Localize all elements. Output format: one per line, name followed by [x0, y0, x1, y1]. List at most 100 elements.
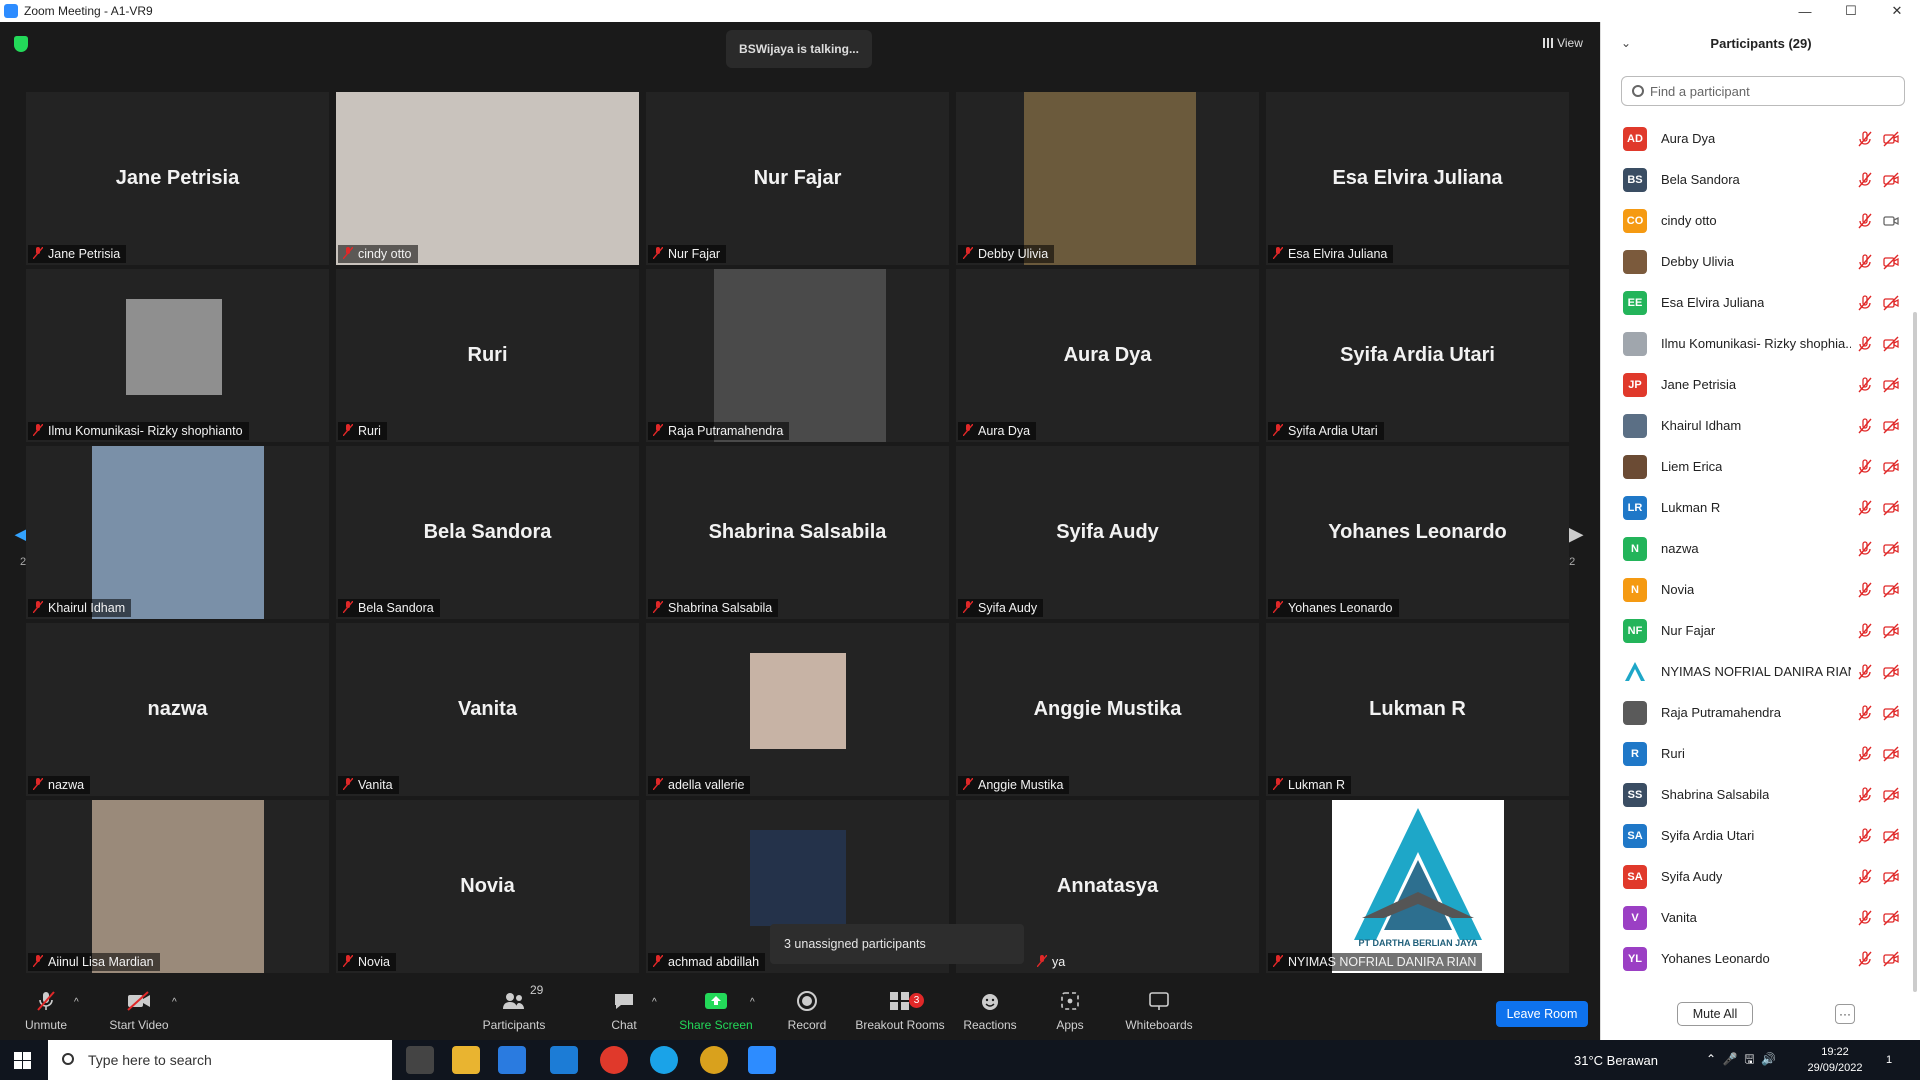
- video-tile[interactable]: Yohanes Leonardo Yohanes Leonardo: [1266, 446, 1569, 619]
- participant-row[interactable]: NYIMAS NOFRIAL DANIRA RIAN: [1601, 651, 1907, 692]
- windows-start-icon[interactable]: [14, 1052, 31, 1069]
- participant-row[interactable]: N Novia: [1601, 569, 1907, 610]
- participant-row[interactable]: EE Esa Elvira Juliana: [1601, 282, 1907, 323]
- zoom-taskbar-icon[interactable]: [748, 1046, 776, 1074]
- audio-options-caret-icon[interactable]: ^: [74, 997, 79, 1008]
- video-tile[interactable]: Jane Petrisia Jane Petrisia: [26, 92, 329, 265]
- leave-room-button[interactable]: Leave Room: [1496, 1001, 1588, 1027]
- tile-display-name: Aura Dya: [1063, 344, 1152, 366]
- participant-row[interactable]: JP Jane Petrisia: [1601, 364, 1907, 405]
- participant-row[interactable]: LR Lukman R: [1601, 487, 1907, 528]
- chrome-icon[interactable]: [600, 1046, 628, 1074]
- weather-widget[interactable]: 31°C Berawan: [1574, 1040, 1658, 1080]
- video-tile[interactable]: Ruri Ruri: [336, 269, 639, 442]
- participant-row[interactable]: Liem Erica: [1601, 446, 1907, 487]
- video-tile[interactable]: Khairul Idham: [26, 446, 329, 619]
- video-tile[interactable]: Novia Novia: [336, 800, 639, 973]
- maximize-button[interactable]: ☐: [1828, 0, 1874, 22]
- video-tile[interactable]: Bela Sandora Bela Sandora: [336, 446, 639, 619]
- tile-display-name: Ruri: [467, 344, 508, 366]
- tile-name-label: Yohanes Leonardo: [1268, 599, 1399, 617]
- video-tile[interactable]: cindy otto: [336, 92, 639, 265]
- chat-button[interactable]: Chat: [604, 975, 644, 1040]
- share-screen-button[interactable]: Share Screen: [676, 975, 756, 1040]
- participant-row[interactable]: Raja Putramahendra: [1601, 692, 1907, 733]
- system-tray-icons[interactable]: ⌃ 🎤 🖫 🔊: [1706, 1040, 1776, 1080]
- find-participant-input[interactable]: Find a participant: [1621, 76, 1905, 106]
- minimize-button[interactable]: —: [1782, 0, 1828, 22]
- more-options-button[interactable]: ···: [1835, 1004, 1855, 1024]
- participant-row[interactable]: Nnazwa: [1601, 528, 1907, 569]
- participant-video-image: [336, 92, 639, 265]
- chrome-profile-icon[interactable]: [700, 1046, 728, 1074]
- share-options-caret-icon[interactable]: ^: [750, 997, 755, 1008]
- whiteboards-button[interactable]: Whiteboards: [1122, 975, 1196, 1040]
- participant-row[interactable]: R Ruri: [1601, 733, 1907, 774]
- video-tile[interactable]: Lukman R Lukman R: [1266, 623, 1569, 796]
- participant-avatar: SA: [1623, 864, 1647, 889]
- apps-button[interactable]: Apps: [1050, 975, 1090, 1040]
- participant-row[interactable]: V Vanita: [1601, 897, 1907, 938]
- video-off-icon: [1883, 705, 1899, 720]
- start-video-button[interactable]: Start Video: [106, 975, 172, 1040]
- video-tile[interactable]: PT DARTHA BERLIAN JAYA NYIMAS NOFRIAL DAN…: [1266, 800, 1569, 973]
- taskbar-clock[interactable]: 19:22 29/09/2022: [1800, 1044, 1870, 1076]
- participant-row[interactable]: CO cindy otto: [1601, 200, 1907, 241]
- unassigned-participants-tooltip[interactable]: 3 unassigned participants: [770, 924, 1024, 964]
- breakout-rooms-button[interactable]: Breakout Rooms: [852, 975, 948, 1040]
- video-tile[interactable]: Debby Ulivia: [956, 92, 1259, 265]
- video-tile[interactable]: Ilmu Komunikasi- Rizky shophianto: [26, 269, 329, 442]
- notification-count[interactable]: 1: [1886, 1040, 1892, 1080]
- microsoft-store-icon[interactable]: [498, 1046, 526, 1074]
- mic-muted-icon: [1858, 335, 1872, 351]
- participant-row[interactable]: SS Shabrina Salsabila: [1601, 774, 1907, 815]
- video-tile[interactable]: Vanita Vanita: [336, 623, 639, 796]
- mic-muted-icon: [963, 424, 973, 436]
- participant-avatar: N: [1623, 577, 1647, 602]
- meeting-area: BSWijaya is talking... View ◀ 2/2 ▶ 2/2 …: [0, 22, 1600, 1040]
- record-button[interactable]: Record: [782, 975, 832, 1040]
- teamviewer-icon[interactable]: [650, 1046, 678, 1074]
- reactions-button[interactable]: Reactions: [962, 975, 1018, 1040]
- participant-row[interactable]: Khairul Idham: [1601, 405, 1907, 446]
- participant-row[interactable]: SA Syifa Audy: [1601, 856, 1907, 897]
- mail-icon[interactable]: [550, 1046, 578, 1074]
- mute-all-button[interactable]: Mute All: [1677, 1002, 1753, 1026]
- participant-row[interactable]: Debby Ulivia: [1601, 241, 1907, 282]
- participant-row[interactable]: AD Aura Dya: [1601, 118, 1907, 159]
- chat-options-caret-icon[interactable]: ^: [652, 997, 657, 1008]
- video-tile[interactable]: Shabrina Salsabila Shabrina Salsabila: [646, 446, 949, 619]
- participant-row[interactable]: SA Syifa Ardia Utari: [1601, 815, 1907, 856]
- participant-name: Raja Putramahendra: [1661, 705, 1781, 720]
- participant-list-scrollbar[interactable]: [1913, 312, 1917, 992]
- participant-row[interactable]: Ilmu Komunikasi- Rizky shophia...: [1601, 323, 1907, 364]
- close-button[interactable]: ✕: [1874, 0, 1920, 22]
- video-tile[interactable]: Aura Dya Aura Dya: [956, 269, 1259, 442]
- participant-avatar: JP: [1623, 372, 1647, 397]
- task-view-icon[interactable]: [406, 1046, 434, 1074]
- file-explorer-icon[interactable]: [452, 1046, 480, 1074]
- video-tile[interactable]: adella vallerie: [646, 623, 949, 796]
- participant-status-icons: [1857, 827, 1899, 844]
- video-options-caret-icon[interactable]: ^: [172, 997, 177, 1008]
- window-title: Zoom Meeting - A1-VR9: [24, 4, 153, 18]
- unmute-button[interactable]: Unmute: [18, 975, 74, 1040]
- participant-row[interactable]: BS Bela Sandora: [1601, 159, 1907, 200]
- video-tile[interactable]: Syifa Audy Syifa Audy: [956, 446, 1259, 619]
- video-tile[interactable]: Anggie Mustika Anggie Mustika: [956, 623, 1259, 796]
- video-tile[interactable]: nazwa nazwa: [26, 623, 329, 796]
- participant-row[interactable]: NF Nur Fajar: [1601, 610, 1907, 651]
- participant-row[interactable]: YL Yohanes Leonardo: [1601, 938, 1907, 979]
- video-tile[interactable]: Esa Elvira Juliana Esa Elvira Juliana: [1266, 92, 1569, 265]
- participant-avatar: [1623, 700, 1647, 725]
- taskbar-search-box[interactable]: Type here to search: [48, 1040, 392, 1080]
- security-shield-icon[interactable]: [14, 36, 28, 52]
- video-tile[interactable]: Syifa Ardia Utari Syifa Ardia Utari: [1266, 269, 1569, 442]
- video-tile[interactable]: Raja Putramahendra: [646, 269, 949, 442]
- view-button[interactable]: View: [1534, 32, 1592, 54]
- video-tile[interactable]: Aiinul Lisa Mardian: [26, 800, 329, 973]
- participants-icon: [501, 990, 527, 1012]
- mic-muted-icon: [33, 955, 43, 967]
- video-tile[interactable]: Nur Fajar Nur Fajar: [646, 92, 949, 265]
- video-off-icon: [1883, 623, 1899, 638]
